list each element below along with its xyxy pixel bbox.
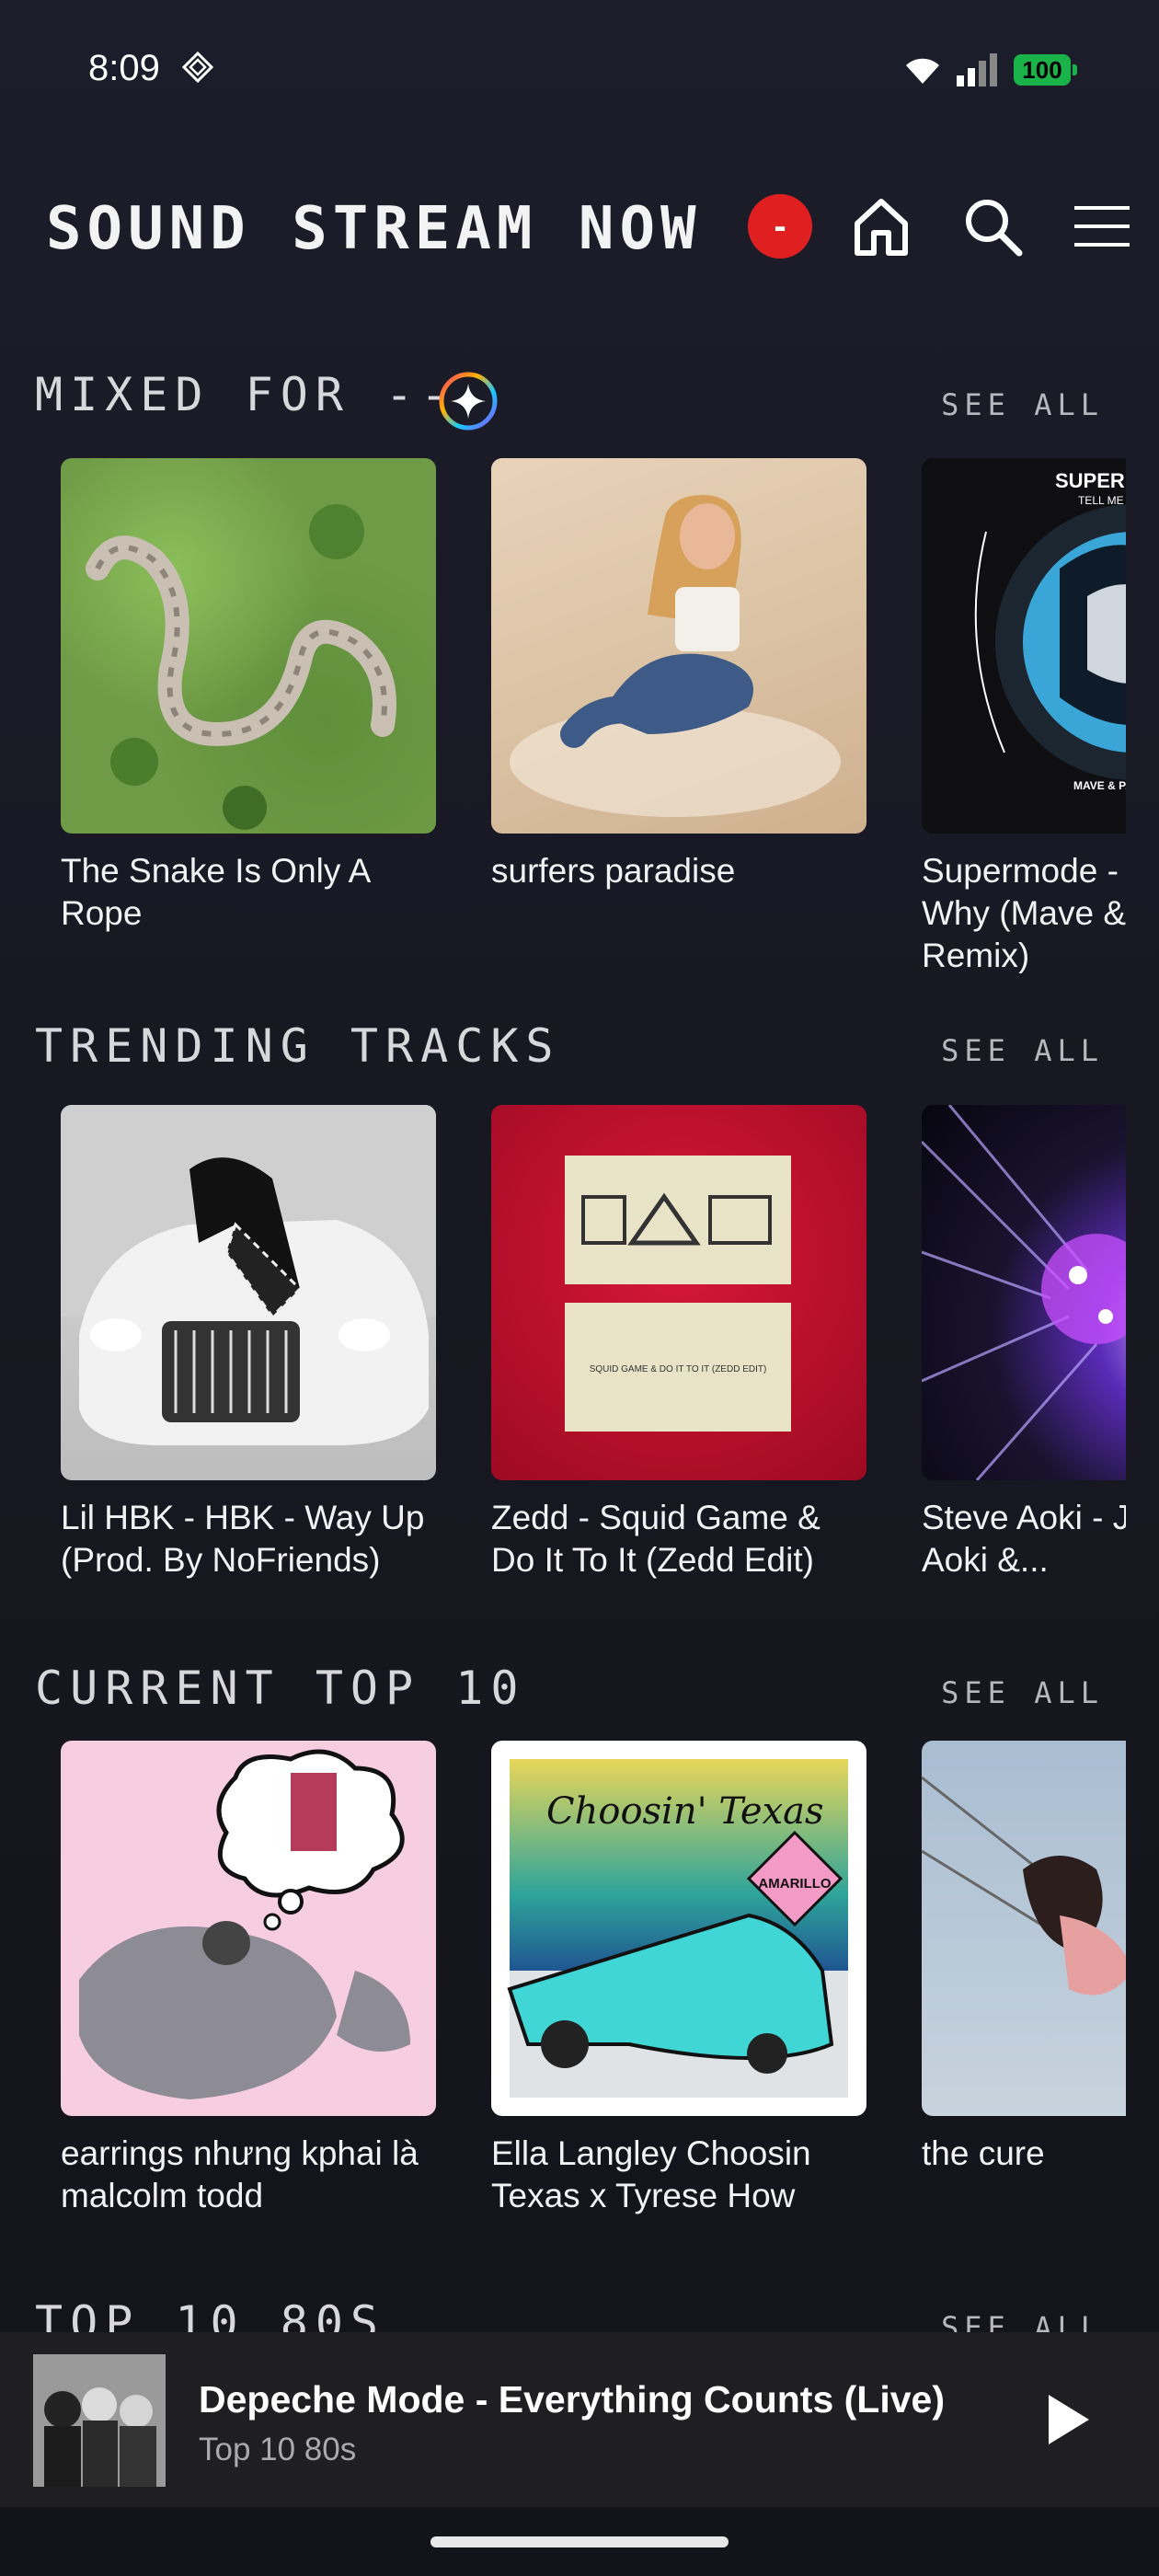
- cover-art: [61, 1741, 436, 2116]
- card[interactable]: earrings nhưng kphai là malcolm todd: [61, 1741, 436, 2217]
- record-badge[interactable]: -: [748, 194, 812, 259]
- card-title: The Snake Is Only A Rope: [61, 852, 370, 932]
- home-icon: [855, 199, 908, 256]
- card-title: earrings nhưng kphai là malcolm todd: [61, 2134, 419, 2214]
- section-title: CURRENT TOP 10: [35, 1662, 526, 1715]
- carousel: earrings nhưng kphai là malcolm todd SQU…: [61, 1741, 1126, 2256]
- cover-art: SUPERMODE TELL ME WHY MAVE & PAX REMIX: [922, 458, 1126, 834]
- art-subtitle: AMARILLO: [758, 1876, 831, 1892]
- see-all-link[interactable]: SEE ALL: [941, 1033, 1104, 1068]
- battery-indicator: 100: [1014, 54, 1077, 86]
- card[interactable]: SUPERMODE TELL ME WHY MAVE & PAX REMIX S…: [922, 458, 1126, 973]
- now-playing-subtitle: Top 10 80s: [199, 2432, 357, 2467]
- cover-art: [61, 458, 436, 834]
- carousel: The Snake Is Only A Rope surfers paradis…: [61, 458, 1126, 973]
- card-title: Lil HBK - HBK - Way Up (Prod. By NoFrien…: [61, 1499, 425, 1579]
- menu-icon: [1074, 206, 1130, 247]
- system-icons: 100: [903, 53, 1077, 86]
- section-trending-tracks: TRENDING TRACKS SEE ALL Lil HBK - HBK - …: [0, 1017, 1159, 1605]
- cover-art: [922, 1741, 1126, 2116]
- art-title: Choosin' Texas: [546, 1790, 824, 1833]
- search-icon: [966, 200, 1023, 257]
- card[interactable]: SQUID GAME & DO IT TO IT (ZEDD EDIT) Zed…: [491, 1105, 866, 1581]
- app-logo: SOUND STREAM NOW: [46, 195, 702, 263]
- home-indicator[interactable]: [430, 2536, 729, 2547]
- now-playing-title: Depeche Mode - Everything Counts (Live): [199, 2378, 945, 2421]
- search-button[interactable]: [959, 193, 1026, 259]
- cover-art: [922, 1105, 1126, 1480]
- section-mixed-for: MIXED FOR -- SEE ALL The Snake Is Only A…: [0, 363, 1159, 973]
- card[interactable]: SQUID GAME & DO IT TO IT (ZEDD EDIT) Cho…: [491, 1741, 866, 2217]
- card-title: Supermode - Tell Me Why (Mave & Pax Remi…: [922, 852, 1126, 973]
- card-title: surfers paradise: [491, 852, 736, 890]
- card-title: Zedd - Squid Game & Do It To It (Zedd Ed…: [491, 1499, 820, 1579]
- card[interactable]: Steve Aoki - J... Steve Aoki &...: [922, 1105, 1126, 1581]
- home-button[interactable]: [848, 193, 914, 259]
- art-footer: MAVE & PAX REMIX: [1073, 779, 1126, 792]
- card-title: Ella Langley Choosin Texas x Tyrese How: [491, 2134, 811, 2214]
- section-current-top-10: CURRENT TOP 10 SEE ALL earrings nhưng kp…: [0, 1659, 1159, 2266]
- cover-art: [491, 458, 866, 834]
- card[interactable]: Lil HBK - HBK - Way Up (Prod. By NoFrien…: [61, 1105, 436, 1581]
- play-icon[interactable]: [1039, 2389, 1095, 2450]
- see-all-link[interactable]: SEE ALL: [941, 387, 1104, 422]
- section-title: TRENDING TRACKS: [35, 1019, 561, 1073]
- card[interactable]: surfers paradise: [491, 458, 866, 892]
- now-playing-bar[interactable]: Depeche Mode - Everything Counts (Live) …: [0, 2332, 1159, 2507]
- cover-art: SQUID GAME & DO IT TO IT (ZEDD EDIT): [491, 1105, 866, 1480]
- art-title: SUPERMODE: [1055, 469, 1126, 492]
- menu-button[interactable]: [1069, 193, 1135, 259]
- card[interactable]: the cure: [922, 1741, 1126, 2175]
- now-playing-art: [33, 2354, 166, 2487]
- card-title: Steve Aoki - J... Steve Aoki &...: [922, 1499, 1126, 1579]
- app-bar: SOUND STREAM NOW -: [0, 175, 1159, 276]
- card-title: the cure: [922, 2134, 1045, 2172]
- status-bar: 8:09 100: [0, 0, 1159, 147]
- wifi-icon: [906, 58, 939, 84]
- signal-icon: [957, 53, 997, 86]
- section-title: MIXED FOR --: [35, 368, 456, 421]
- cover-art: SQUID GAME & DO IT TO IT (ZEDD EDIT) Cho…: [491, 1741, 866, 2116]
- carousel: Lil HBK - HBK - Way Up (Prod. By NoFrien…: [61, 1105, 1126, 1620]
- see-all-link[interactable]: SEE ALL: [941, 1675, 1104, 1710]
- art-subtitle: TELL ME WHY: [1078, 494, 1126, 507]
- status-time: 8:09: [88, 48, 160, 88]
- card[interactable]: The Snake Is Only A Rope: [61, 458, 436, 935]
- art-text: SQUID GAME & DO IT TO IT (ZEDD EDIT): [590, 1364, 767, 1374]
- sparkle-icon: [439, 372, 498, 431]
- dnd-icon: [182, 52, 213, 83]
- cover-art: [61, 1105, 436, 1480]
